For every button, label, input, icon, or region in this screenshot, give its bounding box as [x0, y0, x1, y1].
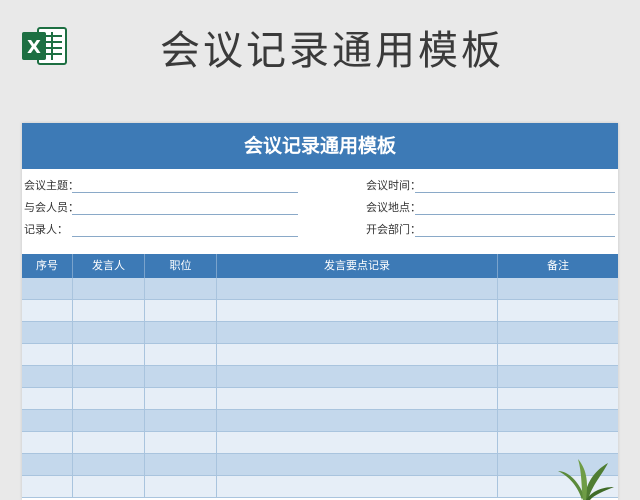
location-field[interactable]: [415, 214, 615, 215]
time-label: 会议时间：: [366, 179, 421, 192]
cell-remarks[interactable]: [498, 432, 618, 454]
cell-position[interactable]: [145, 388, 217, 410]
cell-position[interactable]: [145, 454, 217, 476]
page-banner: X 会议记录通用模板: [0, 0, 640, 110]
cell-position[interactable]: [145, 410, 217, 432]
table-row: [22, 366, 618, 388]
attendees-field[interactable]: [72, 214, 298, 215]
info-row-topic: 会议主题： 会议时间：: [22, 173, 618, 195]
cell-notes[interactable]: [217, 432, 498, 454]
recorder-field[interactable]: [72, 236, 298, 237]
sheet-title: 会议记录通用模板: [22, 123, 618, 169]
cell-notes[interactable]: [217, 366, 498, 388]
department-label: 开会部门：: [366, 223, 421, 236]
info-row-attendees: 与会人员： 会议地点：: [22, 195, 618, 217]
cell-index[interactable]: [22, 388, 73, 410]
col-header-speaker: 发言人: [73, 254, 145, 278]
cell-index[interactable]: [22, 300, 73, 322]
cell-position[interactable]: [145, 344, 217, 366]
cell-remarks[interactable]: [498, 278, 618, 300]
table-row: [22, 476, 618, 498]
cell-position[interactable]: [145, 366, 217, 388]
cell-index[interactable]: [22, 454, 73, 476]
cell-position[interactable]: [145, 278, 217, 300]
recorder-label: 记录人：: [24, 223, 68, 236]
col-header-notes: 发言要点记录: [217, 254, 498, 278]
cell-notes[interactable]: [217, 410, 498, 432]
cell-speaker[interactable]: [73, 410, 145, 432]
cell-notes[interactable]: [217, 300, 498, 322]
topic-field[interactable]: [72, 192, 298, 193]
cell-index[interactable]: [22, 366, 73, 388]
attendees-label: 与会人员：: [24, 201, 79, 214]
cell-speaker[interactable]: [73, 432, 145, 454]
cell-index[interactable]: [22, 410, 73, 432]
cell-position[interactable]: [145, 322, 217, 344]
cell-speaker[interactable]: [73, 388, 145, 410]
table-body: [22, 278, 618, 498]
info-row-recorder: 记录人： 开会部门：: [22, 217, 618, 239]
excel-logo-letter: X: [27, 37, 41, 58]
cell-remarks[interactable]: [498, 322, 618, 344]
cell-notes[interactable]: [217, 344, 498, 366]
meeting-record-sheet: 会议记录通用模板 会议主题： 会议时间： 与会人员： 会议地点： 记录人： 开会…: [22, 123, 618, 500]
cell-remarks[interactable]: [498, 388, 618, 410]
topic-label: 会议主题：: [24, 179, 79, 192]
cell-speaker[interactable]: [73, 366, 145, 388]
cell-speaker[interactable]: [73, 300, 145, 322]
cell-index[interactable]: [22, 432, 73, 454]
cell-remarks[interactable]: [498, 410, 618, 432]
time-field[interactable]: [415, 192, 615, 193]
cell-notes[interactable]: [217, 388, 498, 410]
table-row: [22, 388, 618, 410]
table-row: [22, 432, 618, 454]
excel-icon: X: [22, 27, 67, 65]
table-row: [22, 278, 618, 300]
cell-index[interactable]: [22, 476, 73, 498]
cell-speaker[interactable]: [73, 476, 145, 498]
table-row: [22, 410, 618, 432]
cell-remarks[interactable]: [498, 344, 618, 366]
cell-index[interactable]: [22, 322, 73, 344]
cell-notes[interactable]: [217, 476, 498, 498]
cell-notes[interactable]: [217, 278, 498, 300]
table-row: [22, 322, 618, 344]
cell-position[interactable]: [145, 432, 217, 454]
page-title: 会议记录通用模板: [160, 28, 504, 74]
table-header: 序号 发言人 职位 发言要点记录 备注: [22, 254, 618, 278]
cell-position[interactable]: [145, 300, 217, 322]
meeting-info-section: 会议主题： 会议时间： 与会人员： 会议地点： 记录人： 开会部门：: [22, 169, 618, 253]
cell-speaker[interactable]: [73, 344, 145, 366]
cell-speaker[interactable]: [73, 278, 145, 300]
cell-speaker[interactable]: [73, 322, 145, 344]
col-header-index: 序号: [22, 254, 73, 278]
cell-notes[interactable]: [217, 454, 498, 476]
plant-decoration: [558, 459, 614, 500]
department-field[interactable]: [415, 236, 615, 237]
table-row: [22, 344, 618, 366]
cell-remarks[interactable]: [498, 366, 618, 388]
table-row: [22, 454, 618, 476]
cell-notes[interactable]: [217, 322, 498, 344]
cell-speaker[interactable]: [73, 454, 145, 476]
col-header-position: 职位: [145, 254, 217, 278]
cell-index[interactable]: [22, 278, 73, 300]
cell-remarks[interactable]: [498, 300, 618, 322]
col-header-remarks: 备注: [547, 259, 569, 272]
table-row: [22, 300, 618, 322]
location-label: 会议地点：: [366, 201, 421, 214]
cell-position[interactable]: [145, 476, 217, 498]
cell-index[interactable]: [22, 344, 73, 366]
